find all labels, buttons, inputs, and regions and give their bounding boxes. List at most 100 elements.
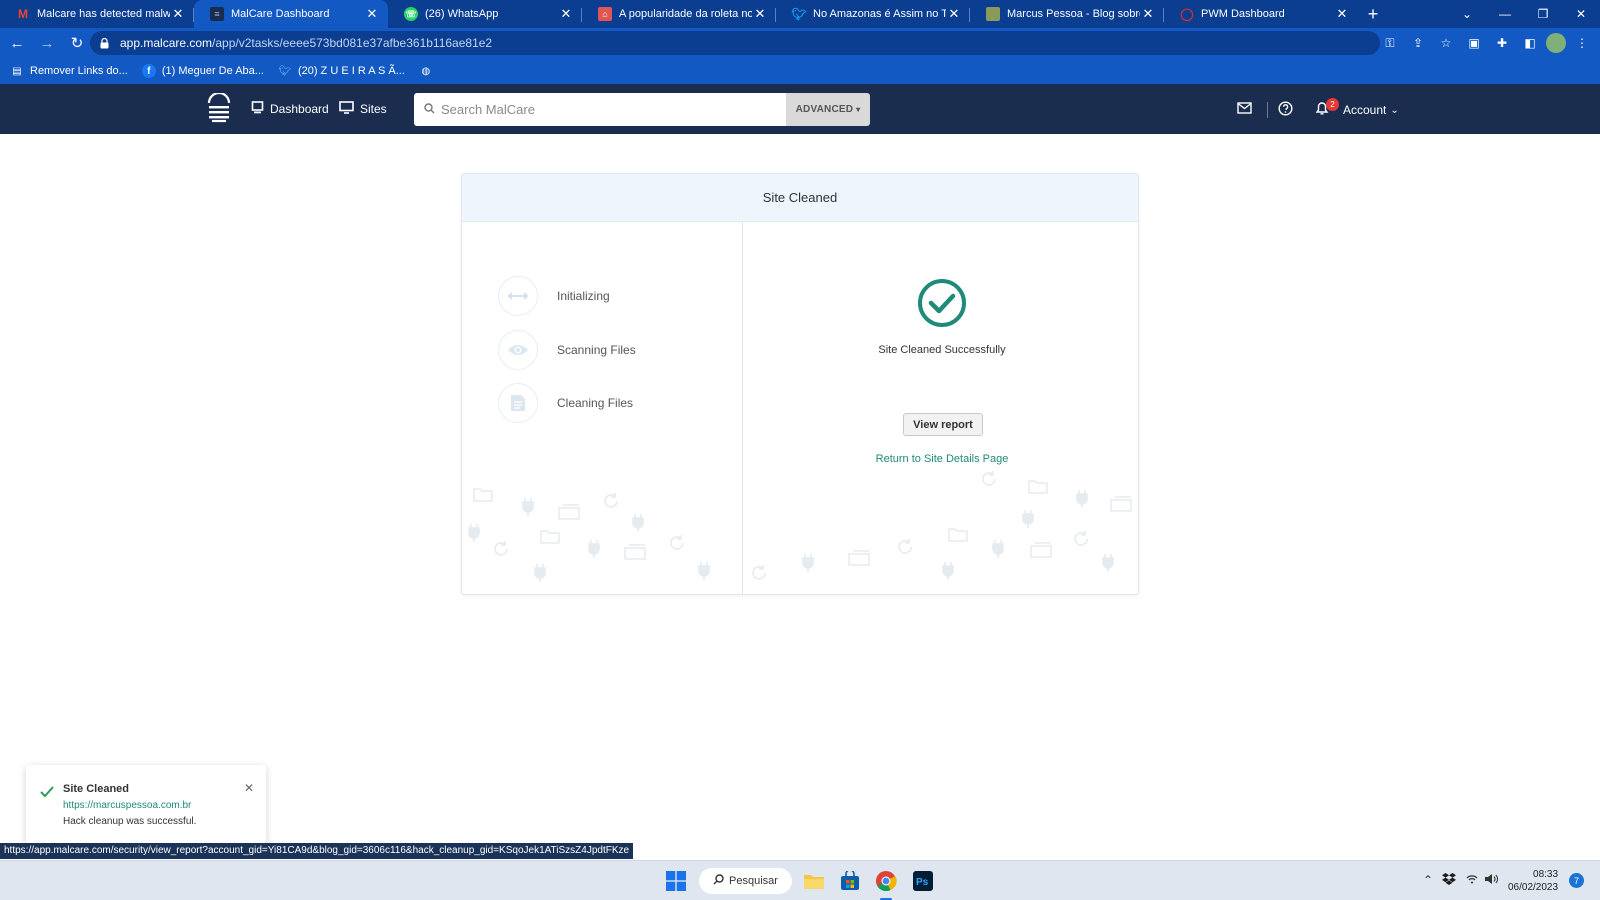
- back-icon[interactable]: ←: [4, 30, 30, 56]
- nav-dashboard[interactable]: Dashboard: [251, 101, 329, 117]
- bookmark-item[interactable]: 🐦︎ (20) Z U E I R A S Ã...: [278, 64, 405, 78]
- browser-tab[interactable]: ◯ PWM Dashboard ✕: [1164, 0, 1358, 28]
- tab-search-icon[interactable]: ⌄: [1448, 0, 1486, 28]
- store-icon[interactable]: [838, 869, 862, 893]
- account-menu[interactable]: Account ⌄: [1343, 103, 1399, 117]
- clock-time: 08:33: [1533, 869, 1559, 880]
- minimize-icon[interactable]: —: [1486, 0, 1524, 28]
- twitter-icon: 🐦︎: [278, 65, 292, 77]
- toast-description: Hack cleanup was successful.: [63, 816, 197, 827]
- mail-icon[interactable]: [1237, 101, 1253, 117]
- profile-avatar[interactable]: [1546, 33, 1566, 53]
- view-report-button[interactable]: View report: [903, 413, 983, 436]
- eye-icon: [498, 330, 538, 370]
- key-icon[interactable]: ⚿: [1378, 31, 1402, 55]
- browser-tab[interactable]: Marcus Pessoa - Blog sobre a A ✕: [970, 0, 1164, 28]
- plug-icon: [632, 514, 644, 537]
- browser-tab-active[interactable]: ≡ MalCare Dashboard ✕: [194, 0, 388, 28]
- browser-tab[interactable]: ☏ (26) WhatsApp ✕: [388, 0, 582, 28]
- close-tab-icon[interactable]: ✕: [1334, 6, 1350, 22]
- taskbar-search-label: Pesquisar: [729, 875, 778, 887]
- advanced-search-button[interactable]: ADVANCED ▾: [786, 93, 870, 126]
- close-icon[interactable]: ✕: [244, 781, 254, 795]
- bookmarks-bar: ▤ Remover Links do... f (1) Meguer De Ab…: [0, 58, 1600, 84]
- photoshop-icon[interactable]: Ps: [911, 869, 935, 893]
- tab-title: A popularidade da roleta no Bra: [619, 8, 752, 20]
- advanced-label: ADVANCED: [795, 104, 854, 115]
- folder-icon: [1028, 478, 1048, 499]
- toast-title: Site Cleaned: [63, 783, 130, 795]
- chevron-down-icon: ⌄: [1390, 104, 1399, 116]
- refresh-icon: [492, 540, 510, 563]
- return-to-site-details-link[interactable]: Return to Site Details Page: [744, 453, 1138, 465]
- bookmark-item[interactable]: f (1) Meguer De Aba...: [141, 64, 264, 78]
- search-icon: [424, 101, 435, 119]
- bookmark-label: (20) Z U E I R A S Ã...: [297, 65, 405, 77]
- browser-tab[interactable]: 🐦︎ No Amazonas é Assim no Twitte ✕: [776, 0, 970, 28]
- notification-center-badge[interactable]: 7: [1569, 873, 1584, 888]
- share-icon[interactable]: ⇪: [1406, 31, 1430, 55]
- close-tab-icon[interactable]: ✕: [1140, 6, 1156, 22]
- close-tab-icon[interactable]: ✕: [170, 6, 186, 22]
- card-title: Site Cleaned: [762, 190, 838, 205]
- dashboard-icon: [251, 101, 264, 117]
- close-tab-icon[interactable]: ✕: [752, 6, 768, 22]
- bookmark-item[interactable]: ▤ Remover Links do...: [10, 64, 128, 78]
- lock-icon: [100, 37, 110, 49]
- taskbar: Pesquisar Ps ⌃ 08:33 06/02/2023 7: [0, 860, 1600, 900]
- plug-icon: [1022, 510, 1034, 533]
- nav-label: Sites: [360, 102, 387, 116]
- sidepanel-icon[interactable]: ◧: [1518, 31, 1542, 55]
- cleanup-status-card: Site Cleaned Initializing Scanning Files…: [461, 173, 1139, 595]
- puzzle-icon[interactable]: ✚: [1490, 31, 1514, 55]
- whatsapp-icon: ☏: [404, 7, 418, 21]
- refresh-icon: [896, 538, 914, 561]
- toast-site-link[interactable]: https://marcuspessoa.com.br: [63, 800, 191, 811]
- new-tab-icon[interactable]: +: [1358, 0, 1388, 28]
- reload-icon[interactable]: ↻: [64, 30, 90, 56]
- step-label: Scanning Files: [557, 343, 636, 357]
- browser-tab[interactable]: M Malcare has detected malware o ✕: [0, 0, 194, 28]
- refresh-icon: [668, 534, 686, 557]
- file-explorer-icon[interactable]: [802, 869, 826, 893]
- close-tab-icon[interactable]: ✕: [364, 6, 380, 22]
- progress-steps-panel: Initializing Scanning Files Cleaning Fil…: [462, 222, 743, 594]
- forward-icon[interactable]: →: [34, 30, 60, 56]
- browser-tab-strip: M Malcare has detected malware o ✕ ≡ Mal…: [0, 0, 1600, 28]
- close-window-icon[interactable]: ✕: [1562, 0, 1600, 28]
- system-clock[interactable]: 08:33 06/02/2023: [1508, 868, 1558, 894]
- volume-icon[interactable]: [1484, 873, 1499, 888]
- dropbox-icon[interactable]: [1442, 873, 1456, 888]
- search-input[interactable]: [441, 102, 771, 117]
- success-message: Site Cleaned Successfully: [878, 344, 1006, 356]
- browser-tab[interactable]: ⌂ A popularidade da roleta no Bra ✕: [582, 0, 776, 28]
- help-icon[interactable]: [1278, 101, 1294, 117]
- tab-title: Malcare has detected malware o: [37, 8, 170, 20]
- bookmark-label: Remover Links do...: [30, 65, 128, 77]
- return-link-label: Return to Site Details Page: [875, 453, 1009, 465]
- extension-icon[interactable]: ▣: [1462, 31, 1486, 55]
- close-tab-icon[interactable]: ✕: [946, 6, 962, 22]
- nav-sites[interactable]: Sites: [339, 101, 387, 117]
- monitor-icon: [339, 101, 354, 117]
- menu-icon[interactable]: ⋮: [1570, 31, 1594, 55]
- windows-start-icon[interactable]: [664, 869, 688, 893]
- success-message-wrap: Site Cleaned Successfully: [744, 340, 1138, 358]
- site-icon: ⌂: [598, 7, 612, 21]
- close-tab-icon[interactable]: ✕: [558, 6, 574, 22]
- restore-icon[interactable]: ❐: [1524, 0, 1562, 28]
- star-icon[interactable]: ☆: [1434, 31, 1458, 55]
- wifi-icon[interactable]: [1466, 873, 1478, 887]
- tab-title: MalCare Dashboard: [231, 8, 330, 20]
- bookmark-item[interactable]: ◍: [419, 64, 433, 78]
- address-bar[interactable]: app.malcare.com/app/v2tasks/eeee573bd081…: [90, 31, 1380, 55]
- taskbar-search-button[interactable]: Pesquisar: [699, 868, 792, 894]
- step-initializing: Initializing: [498, 276, 610, 316]
- tab-title: (26) WhatsApp: [425, 8, 499, 20]
- plug-icon: [698, 562, 710, 585]
- malcare-logo[interactable]: [206, 91, 232, 125]
- success-check: [744, 278, 1138, 333]
- chrome-icon[interactable]: [874, 869, 898, 893]
- chevron-up-icon[interactable]: ⌃: [1423, 873, 1433, 887]
- pwm-icon: ◯: [1180, 7, 1194, 21]
